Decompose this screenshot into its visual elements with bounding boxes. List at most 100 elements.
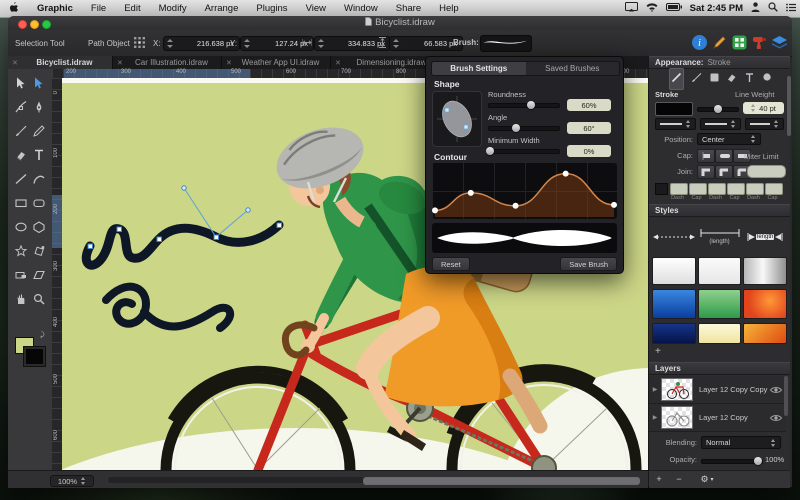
- height-field[interactable]: 66.583 px: [389, 36, 463, 51]
- style-swatch[interactable]: [697, 257, 742, 285]
- dash-cap-input[interactable]: [670, 183, 688, 195]
- close-icon[interactable]: ✕: [335, 59, 341, 67]
- style-swatch[interactable]: [697, 323, 742, 344]
- angle-slider[interactable]: [488, 124, 560, 132]
- layer-settings-gear-icon[interactable]: ⚙ ▾: [695, 473, 719, 485]
- dash-cap-input[interactable]: [727, 183, 745, 195]
- brush-shape-editor[interactable]: [432, 91, 482, 147]
- styles-panel-icon[interactable]: [751, 34, 768, 51]
- stepper-icon[interactable]: [751, 135, 756, 143]
- dash-style-dropdown[interactable]: [700, 118, 741, 130]
- menu-item-share[interactable]: Share: [387, 3, 430, 14]
- roundness-slider[interactable]: [488, 101, 560, 109]
- blending-dropdown[interactable]: Normal: [701, 436, 781, 449]
- contour-curve-editor[interactable]: [432, 163, 617, 219]
- apple-menu-icon[interactable]: [0, 1, 28, 16]
- stepper-icon[interactable]: [686, 120, 691, 128]
- brush-preview-well[interactable]: [480, 35, 532, 52]
- style-length-label[interactable]: length: [743, 221, 787, 253]
- contour-point[interactable]: [432, 207, 438, 214]
- fill-mode-icon[interactable]: [709, 70, 720, 88]
- ellipse-tool-icon[interactable]: [13, 219, 29, 235]
- style-swatch[interactable]: [743, 289, 788, 319]
- angle-value[interactable]: 60°: [567, 122, 611, 134]
- eraser-tool-icon[interactable]: [13, 147, 29, 163]
- miter-limit-input[interactable]: [747, 165, 786, 178]
- tab-bicyclist[interactable]: ✕ Bicyclist.idraw: [8, 56, 113, 69]
- tab-brush-settings[interactable]: Brush Settings: [432, 62, 526, 75]
- disclosure-icon[interactable]: ▶: [649, 414, 661, 421]
- wifi-icon[interactable]: [646, 2, 658, 15]
- minimum-width-value[interactable]: 0%: [567, 145, 611, 157]
- dash-cap-input[interactable]: [765, 183, 783, 195]
- style-length-bracket[interactable]: (length): [698, 221, 742, 253]
- node-edit-tool-icon[interactable]: [13, 99, 29, 115]
- slider-knob[interactable]: [753, 457, 762, 465]
- brush-tool-icon[interactable]: [13, 123, 29, 139]
- pencil-tool-icon[interactable]: [31, 123, 47, 139]
- close-icon[interactable]: ✕: [12, 59, 18, 67]
- direct-selection-tool-icon[interactable]: [31, 75, 47, 91]
- style-dashed-arrow[interactable]: [652, 221, 696, 253]
- rectangle-tool-icon[interactable]: [13, 195, 29, 211]
- artboard-tool-icon[interactable]: [13, 267, 29, 283]
- opacity-slider[interactable]: [701, 457, 763, 465]
- selection-tool-icon[interactable]: [13, 75, 29, 91]
- position-dropdown[interactable]: Center: [697, 133, 761, 145]
- style-swatch[interactable]: [743, 323, 788, 344]
- arc-tool-icon[interactable]: [31, 171, 47, 187]
- stepper-icon[interactable]: [751, 104, 756, 112]
- dash-pattern-checkbox[interactable]: [655, 183, 668, 195]
- layer-row[interactable]: ▶ Layer 12 Copy Copy: [649, 376, 786, 404]
- contour-point[interactable]: [467, 189, 474, 196]
- pen-tool-icon[interactable]: [31, 99, 47, 115]
- minimum-width-slider[interactable]: [486, 147, 560, 155]
- dash-cap-input[interactable]: [689, 183, 707, 195]
- notification-center-icon[interactable]: [786, 3, 796, 15]
- dash-cap-input[interactable]: [746, 183, 764, 195]
- disclosure-icon[interactable]: ▶: [649, 386, 661, 393]
- window-titlebar[interactable]: Bicyclist.idraw: [8, 16, 792, 31]
- display-mirroring-icon[interactable]: [624, 2, 638, 15]
- menu-item-app[interactable]: Graphic: [28, 3, 82, 14]
- layers-panel-icon[interactable]: [771, 34, 788, 51]
- hand-tool-icon[interactable]: [13, 291, 29, 307]
- tab-car-illustration[interactable]: ✕ Car Illustration.idraw: [113, 56, 222, 69]
- rounded-rectangle-tool-icon[interactable]: [31, 195, 47, 211]
- shear-tool-icon[interactable]: [31, 267, 47, 283]
- close-icon[interactable]: ✕: [226, 59, 232, 67]
- zoom-tool-icon[interactable]: [31, 291, 47, 307]
- brush-mode-icon[interactable]: [691, 70, 702, 88]
- stroke-color-swatch[interactable]: [655, 102, 693, 116]
- stepper-icon[interactable]: [81, 477, 86, 485]
- layer-row[interactable]: ▶ Layer 12 Copy: [649, 404, 786, 432]
- x-field[interactable]: 216.638 px: [163, 36, 240, 51]
- style-swatch[interactable]: [743, 257, 788, 285]
- cap-butt-button[interactable]: [697, 149, 715, 163]
- swatches-panel-icon[interactable]: [731, 34, 748, 51]
- polygon-tool-icon[interactable]: [31, 219, 47, 235]
- remove-layer-button[interactable]: −: [671, 473, 687, 485]
- slider-knob[interactable]: [486, 147, 495, 155]
- info-panel-icon[interactable]: i: [691, 34, 708, 51]
- cap-round-button[interactable]: [715, 149, 733, 163]
- style-swatch[interactable]: [652, 257, 696, 285]
- eraser-mode-icon[interactable]: [726, 70, 737, 88]
- anchor-grid-icon[interactable]: [134, 37, 145, 50]
- style-swatch[interactable]: [652, 323, 696, 344]
- menu-item-view[interactable]: View: [297, 3, 335, 14]
- arrow-style-dropdown[interactable]: [745, 118, 784, 130]
- menu-item-help[interactable]: Help: [430, 3, 468, 14]
- menu-item-plugins[interactable]: Plugins: [247, 3, 296, 14]
- slider-knob[interactable]: [527, 101, 535, 109]
- close-icon[interactable]: ✕: [117, 59, 123, 67]
- menu-item-arrange[interactable]: Arrange: [196, 3, 248, 14]
- tab-weather-app-ui[interactable]: ✕ Weather App UI.idraw: [222, 56, 331, 69]
- add-layer-button[interactable]: +: [651, 473, 667, 485]
- layers-scrollbar[interactable]: [784, 376, 788, 416]
- add-style-button[interactable]: +: [655, 346, 661, 357]
- spotlight-search-icon[interactable]: [768, 2, 778, 15]
- scrollbar-thumb[interactable]: [363, 477, 640, 485]
- style-swatch[interactable]: [652, 289, 696, 319]
- pencil-tools-icon[interactable]: [711, 34, 728, 51]
